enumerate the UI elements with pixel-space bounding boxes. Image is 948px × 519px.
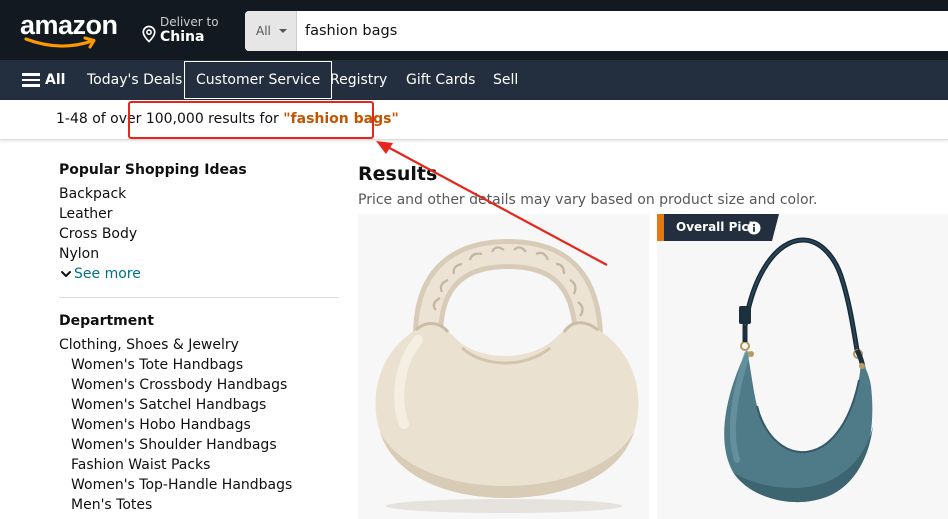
department-item[interactable]: Women's Top-Handle Handbags [59, 475, 339, 495]
results-subtitle: Price and other details may vary based o… [358, 192, 818, 208]
search-category-label: All [256, 24, 271, 38]
sidebar-item-backpack[interactable]: Backpack [59, 184, 339, 204]
nav-registry[interactable]: Registry [330, 60, 387, 100]
sidebar-divider [59, 297, 339, 298]
product-image-cream-hobo-bag[interactable] [358, 214, 649, 519]
badge-tail [772, 214, 779, 241]
search-bar: All [245, 11, 948, 51]
nav-gift-cards[interactable]: Gift Cards [406, 60, 475, 100]
see-more-link[interactable]: See more [59, 264, 339, 284]
department-heading: Department [59, 313, 154, 329]
amazon-logo[interactable]: amazon [20, 12, 120, 50]
sidebar-popular-ideas: Popular Shopping Ideas Backpack Leather … [59, 160, 339, 284]
top-header: amazon Deliver to China All [0, 0, 948, 60]
annotation-highlight-box [128, 101, 374, 139]
sidebar-item-cross-body[interactable]: Cross Body [59, 224, 339, 244]
nav-sell[interactable]: Sell [493, 60, 518, 100]
nav-customer-service[interactable]: Customer Service [184, 61, 333, 99]
search-input[interactable] [297, 11, 948, 51]
popular-ideas-heading: Popular Shopping Ideas [59, 162, 247, 178]
product-card[interactable] [657, 214, 948, 519]
chevron-down-icon [61, 271, 71, 277]
product-card[interactable] [358, 214, 649, 519]
department-item[interactable]: Fashion Waist Packs [59, 455, 339, 475]
search-category-dropdown[interactable]: All [245, 11, 297, 51]
department-item[interactable]: Men's Totes [59, 495, 339, 515]
department-item[interactable]: Women's Shoulder Handbags [59, 435, 339, 455]
smile-arrow-icon [24, 36, 96, 49]
deliver-to-label: Deliver to [160, 15, 219, 29]
department-item[interactable]: Women's Satchel Handbags [59, 395, 339, 415]
sidebar-item-leather[interactable]: Leather [59, 204, 339, 224]
deliver-to-location: China [160, 29, 205, 45]
sidebar-department: Department Clothing, Shoes & Jewelry Wom… [59, 311, 339, 515]
nav-bar: All Today's Deals Customer Service Regis… [0, 60, 948, 100]
nav-all-label: All [45, 72, 66, 88]
badge-label: Overall Pick [676, 220, 757, 234]
badge-accent [657, 214, 664, 241]
location-pin-icon [142, 25, 156, 43]
caret-down-icon [279, 29, 287, 33]
see-more-label: See more [74, 266, 141, 282]
product-image-teal-shoulder-bag[interactable] [657, 214, 948, 519]
nav-todays-deals[interactable]: Today's Deals [87, 60, 182, 100]
department-item[interactable]: Women's Tote Handbags [59, 355, 339, 375]
sidebar-item-nylon[interactable]: Nylon [59, 244, 339, 264]
info-icon[interactable] [747, 221, 761, 235]
hamburger-menu-icon [22, 73, 40, 87]
department-item[interactable]: Women's Hobo Handbags [59, 415, 339, 435]
department-root[interactable]: Clothing, Shoes & Jewelry [59, 335, 339, 355]
results-heading: Results [358, 163, 438, 185]
department-item[interactable]: Women's Crossbody Handbags [59, 375, 339, 395]
logo-text: amazon [20, 10, 118, 40]
